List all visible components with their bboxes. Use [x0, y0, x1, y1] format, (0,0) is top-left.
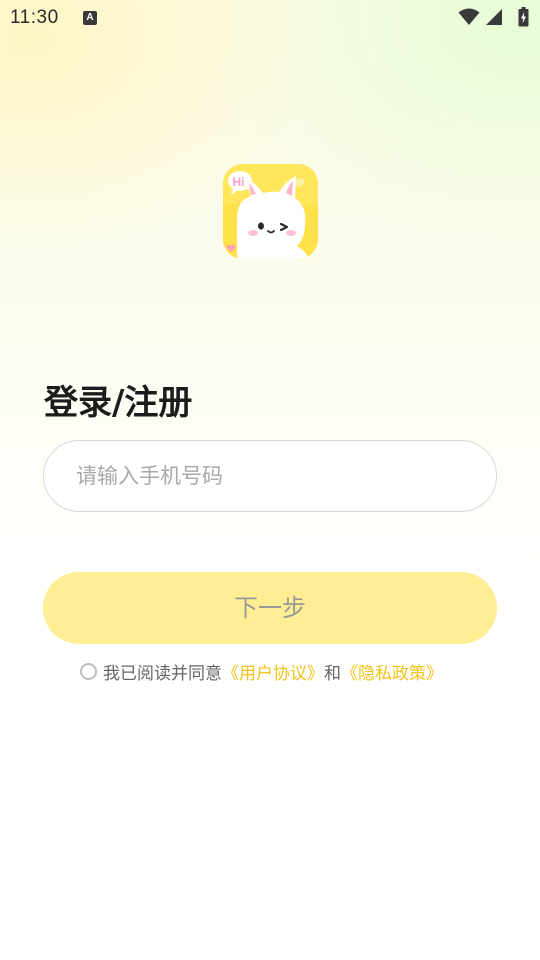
status-icons — [458, 7, 530, 28]
wifi-icon — [458, 8, 480, 25]
privacy-policy-link[interactable]: 《隐私政策》 — [341, 659, 443, 684]
signal-icon — [486, 9, 502, 25]
status-time: 11:30 — [10, 7, 59, 28]
app-logo: Hi — [223, 164, 318, 259]
cat-mascot-icon: Hi — [223, 164, 318, 259]
agreement-row: 我已阅读并同意 《用户协议》 和 《隐私政策》 — [80, 659, 443, 684]
phone-number-input[interactable] — [43, 440, 497, 512]
hi-badge-text: Hi — [233, 175, 245, 189]
agreement-and-text: 和 — [324, 663, 341, 684]
agreement-checkbox[interactable] — [80, 662, 97, 680]
page-title: 登录/注册 — [44, 383, 193, 423]
next-step-button[interactable]: 下一步 — [43, 572, 497, 644]
battery-charging-icon — [518, 7, 529, 27]
user-agreement-link[interactable]: 《用户协议》 — [222, 659, 324, 684]
status-bar: 11:30 A — [0, 0, 540, 36]
agreement-prefix-text: 我已阅读并同意 — [103, 663, 222, 684]
notification-a-icon: A — [83, 11, 97, 25]
